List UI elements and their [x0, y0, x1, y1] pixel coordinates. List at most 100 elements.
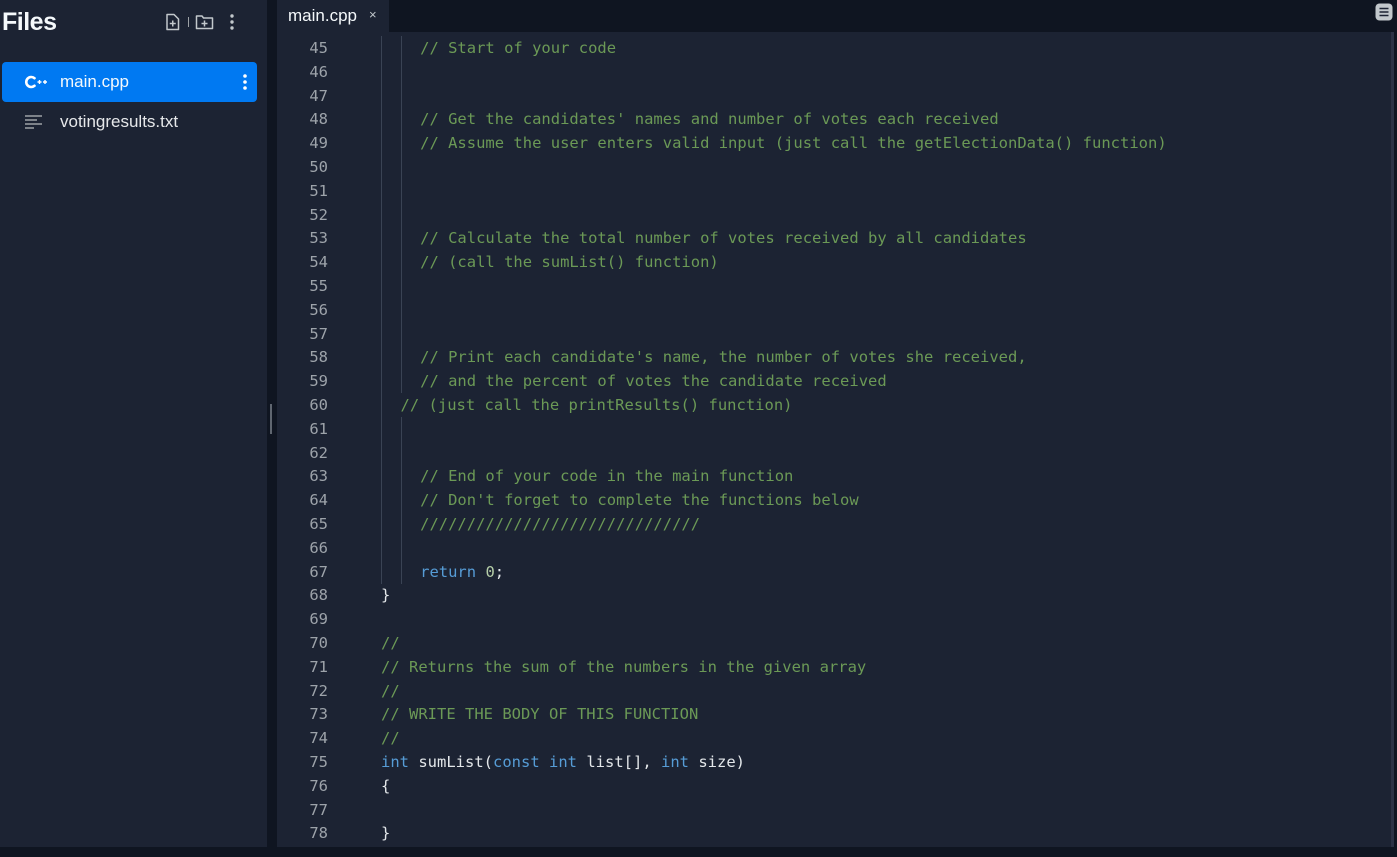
line-number: 64	[309, 491, 328, 510]
code-text: // Print each candidate's name, the numb…	[420, 345, 1027, 369]
file-item-votingresults[interactable]: votingresults.txt	[2, 102, 257, 142]
line-number: 53	[309, 229, 328, 248]
new-folder-icon[interactable]	[193, 11, 215, 33]
indent-guide	[400, 369, 402, 394]
code-line[interactable]: 58 // Print each candidate's name, the nu…	[277, 345, 1377, 370]
indent-guide	[400, 274, 402, 298]
code-line[interactable]: 62	[277, 440, 1377, 465]
indent-guide	[381, 393, 382, 417]
indent-guide	[381, 321, 382, 346]
code-line[interactable]: 74 //	[277, 726, 1377, 750]
line-number: 45	[309, 39, 328, 57]
line-number: 48	[309, 110, 328, 129]
code-line[interactable]: 76 {	[277, 774, 1377, 798]
code-token: // Assume the user enters valid input (j…	[420, 134, 1167, 153]
code-text: return 0;	[420, 560, 504, 584]
code-editor[interactable]: 45 // Start of your code 46 47 48 // Get the …	[277, 32, 1394, 847]
indent-guide	[400, 202, 402, 227]
code-line[interactable]: 50	[277, 155, 1377, 179]
code-token: sumList(	[409, 753, 493, 771]
code-line[interactable]: 68}	[277, 583, 1377, 607]
new-file-icon[interactable]	[162, 11, 184, 33]
pane-resize-handle[interactable]	[270, 404, 272, 434]
code-token: const	[493, 753, 540, 771]
code-line[interactable]: 46	[277, 59, 1377, 84]
indent-guide	[400, 250, 402, 275]
code-line[interactable]: 61	[277, 416, 1377, 441]
scrollbar[interactable]	[1391, 32, 1394, 847]
code-line[interactable]: 48 // Get the candidates' names and numbe…	[277, 107, 1377, 132]
code-text: // Don't forget to complete the function…	[420, 488, 859, 512]
line-number: 55	[309, 277, 328, 295]
divider	[188, 17, 189, 27]
code-text: //	[381, 726, 400, 750]
sidebar-title: Files	[2, 8, 57, 36]
code-line[interactable]: 78}	[277, 821, 1377, 845]
indent-guide	[381, 345, 382, 370]
close-icon[interactable]: ×	[369, 7, 377, 22]
indent-guide	[381, 274, 382, 298]
indent-guide	[381, 369, 382, 394]
code-line[interactable]: 72 //	[277, 679, 1377, 703]
indent-guide	[381, 250, 382, 275]
editor-menu-icon[interactable]	[1375, 3, 1393, 21]
line-number: 50	[309, 158, 328, 176]
indent-guide	[381, 155, 382, 179]
indent-guide	[381, 226, 382, 251]
line-number: 57	[309, 324, 328, 343]
code-line[interactable]: 47	[277, 83, 1377, 108]
code-line[interactable]: 67 return 0;	[277, 559, 1377, 584]
code-text: // Start of your code	[420, 36, 616, 60]
line-number: 47	[309, 86, 328, 105]
code-token: int	[549, 753, 578, 771]
line-number: 58	[309, 348, 328, 367]
line-number: 66	[309, 538, 328, 557]
code-line[interactable]: 66	[277, 535, 1377, 560]
code-token: //	[381, 729, 400, 748]
indent-guide	[381, 83, 382, 108]
indent-guide	[400, 226, 402, 251]
more-options-icon[interactable]	[221, 11, 243, 33]
code-line[interactable]: 57	[277, 321, 1377, 346]
file-menu-icon[interactable]	[239, 72, 251, 92]
code-line[interactable]: 70 //	[277, 631, 1377, 655]
code-text: // Get the candidates' names and number …	[420, 107, 999, 131]
code-line[interactable]: 52	[277, 202, 1377, 227]
code-line[interactable]: 69	[277, 607, 1377, 631]
code-line[interactable]: 65 //////////////////////////////	[277, 512, 1377, 536]
code-line[interactable]: 59 // and the percent of votes the candid…	[277, 369, 1377, 394]
code-line[interactable]: 49 // Assume the user enters valid input …	[277, 131, 1377, 156]
indent-guide	[400, 512, 402, 536]
code-text: // WRITE THE BODY OF THIS FUNCTION	[381, 702, 698, 726]
code-line[interactable]: 56	[277, 297, 1377, 322]
code-line[interactable]: 51	[277, 178, 1377, 203]
code-text: }	[381, 821, 390, 845]
code-token: // End of your code in the main function	[420, 467, 794, 486]
indent-guide	[400, 297, 402, 322]
code-line[interactable]: 55	[277, 274, 1377, 298]
code-line[interactable]: 54 // (call the sumList() function)	[277, 250, 1377, 275]
line-number: 51	[309, 181, 328, 200]
file-item-main-cpp[interactable]: main.cpp	[2, 62, 257, 102]
indent-guide	[381, 202, 382, 227]
line-number: 71	[309, 657, 328, 676]
indent-guide	[400, 83, 402, 108]
tab-main-cpp[interactable]: main.cpp ×	[277, 0, 389, 32]
code-token: size)	[689, 753, 746, 771]
code-line[interactable]: 53 // Calculate the total number of votes…	[277, 226, 1377, 251]
code-line[interactable]: 75 int sumList(const int list[], int size…	[277, 750, 1377, 774]
code-line[interactable]: 71 // Returns the sum of the numbers in t…	[277, 655, 1377, 679]
code-line[interactable]: 63 // End of your code in the main functi…	[277, 464, 1377, 489]
indent-guide	[400, 178, 402, 203]
code-token: int	[381, 753, 409, 771]
code-line[interactable]: 60 // (just call the printResults() funct…	[277, 393, 1377, 417]
code-token: int	[661, 753, 690, 771]
code-token: {	[381, 776, 391, 795]
code-line[interactable]: 45 // Start of your code	[277, 36, 1377, 60]
code-line[interactable]: 73 // WRITE THE BODY OF THIS FUNCTION	[277, 702, 1377, 726]
file-name: votingresults.txt	[60, 112, 179, 131]
indent-guide	[381, 535, 382, 560]
code-line[interactable]: 64 // Don't forget to complete the functi…	[277, 488, 1377, 513]
text-file-icon	[24, 114, 52, 130]
code-line[interactable]: 77	[277, 798, 1377, 822]
